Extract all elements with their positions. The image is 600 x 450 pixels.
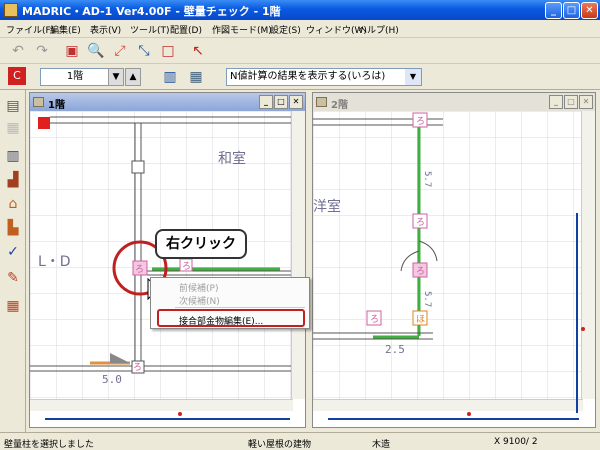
right-click-callout: 右クリック — [155, 229, 247, 259]
shrink-icon[interactable]: ⤡ — [134, 41, 154, 61]
table-icon[interactable]: ▦ — [3, 296, 23, 316]
window-doc-icon — [316, 97, 327, 107]
status-bar: 壁量柱を選択しました 軽い屋根の建物 木造 X 9100/ 2 — [0, 432, 600, 450]
joint-tag: ろ — [416, 266, 425, 277]
undo-icon[interactable]: ↶ — [8, 41, 28, 61]
dimension-label: 2.5 — [385, 343, 405, 356]
dimension-label: 5.0 — [102, 373, 122, 386]
menu-item-joint-hardware-edit[interactable]: 接合部金物編集(E)... — [179, 314, 263, 327]
title-bar: MADRIC・AD-1 Ver4.00F - 壁量チェック - 1階 _ □ ✕ — [0, 0, 600, 20]
room-label-washitsu: 和室 — [218, 150, 246, 167]
status-roof-type: 軽い屋根の建物 — [248, 440, 312, 450]
minimize-button[interactable]: _ — [545, 2, 562, 19]
fit-icon[interactable]: ⤢ — [110, 41, 130, 61]
floor1-window[interactable]: 1階 _ □ ✕ 和室 L・D 5.0 ろ ろ ろ — [29, 92, 306, 428]
frame-icon[interactable]: □ — [158, 41, 178, 61]
menu-separator — [175, 307, 305, 308]
menu-tool[interactable]: ツール(T) — [130, 23, 170, 36]
display-mode-value: N値計算の結果を表示する(いろは) — [230, 71, 386, 82]
floor-down-button[interactable]: ▼ — [108, 68, 124, 86]
floor2-window-title: 2階 — [331, 100, 348, 111]
grid-icon[interactable]: ▦ — [186, 67, 206, 87]
status-message: 壁量柱を選択しました — [4, 440, 95, 450]
menu-edit[interactable]: 編集(E) — [50, 23, 81, 36]
floor1-close-button[interactable]: ✕ — [289, 95, 303, 109]
floor2-horizontal-scrollbar[interactable] — [313, 399, 583, 411]
left-toolbar: ▤ ▦ ▥ ▟ ⌂ ▙ ✓ ✎ ▦ — [0, 90, 26, 432]
floor1-minimize-button[interactable]: _ — [259, 95, 273, 109]
status-coordinate: X 9100/ 2 — [494, 437, 538, 447]
context-menu: 前候補(P) 次候補(N) 接合部金物編集(E)... — [150, 277, 310, 329]
menu-help[interactable]: ヘルプ(H) — [358, 23, 399, 36]
floor2-close-button[interactable]: ✕ — [579, 95, 593, 109]
selected-joint-tag: ろ — [135, 264, 144, 275]
app-icon — [4, 3, 18, 17]
display-mode-combo[interactable]: N値計算の結果を表示する(いろは) ▼ — [226, 68, 422, 86]
disabled-tool-icon: ▦ — [6, 120, 20, 136]
floor2-plan-canvas[interactable]: ろ ろ ろ ろ ほ 洋室 2.5 5.7 5.7 — [313, 111, 583, 399]
joint-tag: ろ — [416, 116, 425, 127]
floor1-window-titlebar[interactable]: 1階 _ □ ✕ — [30, 93, 305, 111]
maximize-button[interactable]: □ — [563, 2, 580, 19]
floor2-minimize-button[interactable]: _ — [549, 95, 563, 109]
floor-toolbar: C 1階 ▼ ▲ ▥ ▦ N値計算の結果を表示する(いろは) ▼ — [0, 64, 600, 90]
menu-file[interactable]: ファイル(F) — [6, 23, 54, 36]
pointer-icon[interactable]: ↖ — [188, 41, 208, 61]
chevron-down-icon[interactable]: ▼ — [405, 69, 421, 85]
joint-tag: ろ — [182, 261, 191, 272]
window-title: MADRIC・AD-1 Ver4.00F - 壁量チェック - 1階 — [22, 5, 281, 18]
main-toolbar: ↶ ↷ ▣ 🔍 ⤢ ⤡ □ ↖ — [0, 38, 600, 64]
roof-icon[interactable]: ⌂ — [3, 194, 23, 214]
window-icon[interactable]: ▣ — [62, 41, 82, 61]
joint-tag: ろ — [370, 314, 379, 325]
floor1-ruler — [45, 412, 290, 420]
joint-tag: ろ — [133, 362, 142, 373]
room-label-ld: L・D — [38, 254, 71, 270]
check-icon[interactable]: ✓ — [3, 242, 23, 262]
floor1-vertical-scrollbar[interactable] — [291, 111, 305, 399]
structure-icon[interactable]: ▟ — [3, 170, 23, 190]
stair-icon[interactable]: ▙ — [3, 218, 23, 238]
status-structure: 木造 — [372, 440, 391, 450]
floor2-window[interactable]: 2階 _ □ ✕ ろ ろ ろ ろ ほ 洋室 2.5 5.7 5.7 — [312, 92, 596, 428]
dimension-label: 5.7 — [422, 291, 432, 307]
building-icon[interactable]: ▥ — [160, 67, 180, 87]
menu-bar: ファイル(F) 編集(E) 表示(V) ツール(T) 配置(D) 作図モード(M… — [0, 20, 600, 38]
menu-settings[interactable]: 設定(S) — [270, 23, 301, 36]
dimension-label: 5.7 — [422, 171, 432, 187]
menu-item-next[interactable]: 次候補(N) — [179, 294, 220, 307]
room-label-youshitsu: 洋室 — [313, 198, 341, 215]
floor2-ruler — [328, 412, 579, 420]
menu-item-previous[interactable]: 前候補(P) — [179, 281, 218, 294]
floor1-window-title: 1階 — [48, 100, 65, 111]
close-button[interactable]: ✕ — [581, 2, 598, 19]
floor2-window-titlebar[interactable]: 2階 _ □ ✕ — [313, 93, 595, 111]
menu-place[interactable]: 配置(D) — [170, 23, 202, 36]
menu-view[interactable]: 表示(V) — [90, 23, 121, 36]
redo-icon[interactable]: ↷ — [32, 41, 52, 61]
layer-icon[interactable]: ▤ — [3, 96, 23, 116]
window-doc-icon — [33, 97, 44, 107]
joint-tag: ろ — [416, 217, 425, 228]
floor2-maximize-button[interactable]: □ — [564, 95, 578, 109]
floor1-horizontal-scrollbar[interactable] — [30, 399, 293, 411]
floor-select[interactable]: 1階 — [40, 68, 110, 86]
refresh-icon[interactable]: C — [8, 67, 26, 85]
floor1-maximize-button[interactable]: □ — [274, 95, 288, 109]
menu-draw-mode[interactable]: 作図モード(M) — [212, 23, 272, 36]
stack-icon[interactable]: ▥ — [3, 146, 23, 166]
edit-tool-icon[interactable]: ✎ — [3, 268, 23, 288]
joint-tag: ほ — [416, 314, 425, 325]
zoom-icon[interactable]: 🔍 — [86, 41, 106, 61]
floor-up-button[interactable]: ▲ — [125, 68, 141, 86]
floor2-vertical-ruler — [576, 213, 585, 413]
